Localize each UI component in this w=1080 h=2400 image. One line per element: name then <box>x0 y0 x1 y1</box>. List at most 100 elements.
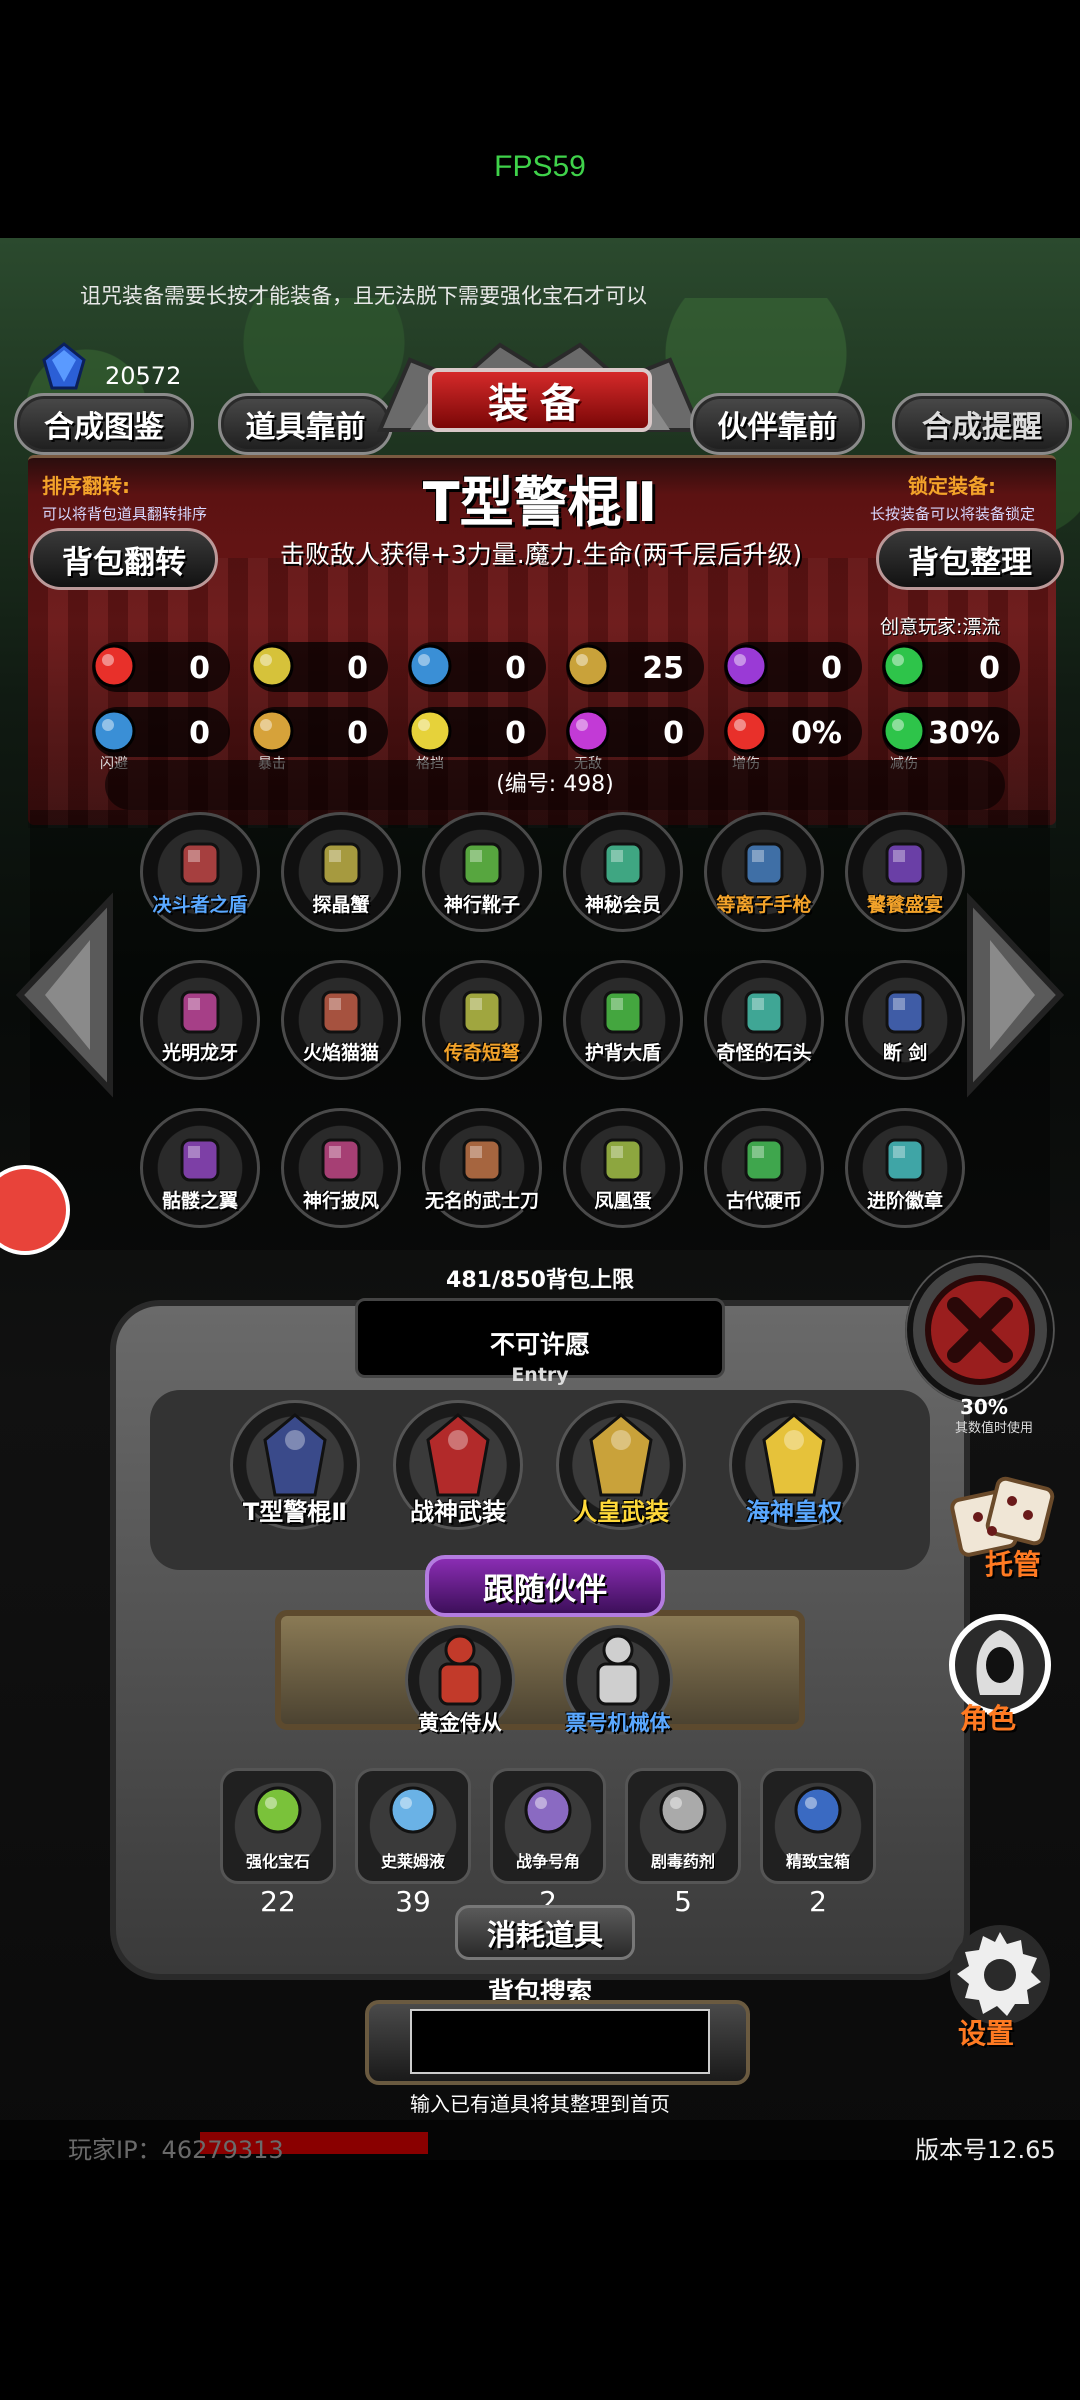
badge-icon <box>875 1130 935 1190</box>
consumable-label: 剧毒药剂 <box>650 1852 715 1871</box>
stat-value: 0 <box>189 716 210 751</box>
version-number: 版本号12.65 <box>915 2136 1056 2164</box>
bag-search-hint: 输入已有道具将其整理到首页 <box>410 2092 670 2116</box>
equipment-title: 装备 <box>428 368 652 432</box>
inventory-slot[interactable]: 护背大盾 <box>563 960 683 1100</box>
stone-icon <box>734 982 794 1042</box>
fang-icon <box>170 982 230 1042</box>
wish-subtitle: Entry <box>511 1364 569 1386</box>
inventory-item-label: 神行靴子 <box>443 894 520 916</box>
wish-item-label: T型警棍Ⅱ <box>242 1498 348 1526</box>
partner-banner: 跟随伙伴 <box>425 1555 665 1617</box>
inventory-slot[interactable]: 凤凰蛋 <box>563 1108 683 1248</box>
shield-icon <box>170 834 230 894</box>
item-description: 击败敌人获得+3力量.魔力.生命(两千层后升级) <box>279 540 803 569</box>
prev-page-arrow-icon[interactable] <box>10 890 120 1100</box>
stat-value: 0 <box>347 716 368 751</box>
consumable-label: 史莱姆液 <box>380 1852 445 1871</box>
partner-slot[interactable]: 票号机械体 <box>563 1625 673 1735</box>
coin-icon <box>734 1130 794 1190</box>
items-front-button[interactable]: 道具靠前 <box>218 393 393 455</box>
inventory-item-label: 决斗者之盾 <box>152 894 248 916</box>
wish-item-label: 战神武装 <box>410 1498 506 1526</box>
inventory-slot[interactable]: 骷髅之翼 <box>140 1108 260 1248</box>
consumable-count: 5 <box>674 1885 692 1918</box>
gem-count: 20572 <box>105 362 182 390</box>
wish-item-icon <box>418 1410 498 1500</box>
strength-icon <box>244 638 300 694</box>
inventory-slot[interactable]: 探晶蟹 <box>281 812 401 952</box>
compose-remind-button[interactable]: 合成提醒 <box>892 393 1072 455</box>
luck-icon <box>876 638 932 694</box>
consumable-slot[interactable]: 战争号角 <box>490 1768 606 1884</box>
inventory-item-label: 骷髅之翼 <box>161 1190 238 1212</box>
crossbow-icon <box>452 982 512 1042</box>
creator-credit: 创意玩家:漂流 <box>880 616 1001 638</box>
settings-label[interactable]: 设置 <box>958 2012 1014 2052</box>
inventory-slot[interactable]: 无名的武士刀 <box>422 1108 542 1248</box>
inventory-item-label: 光明龙牙 <box>161 1042 238 1064</box>
stat-chip: 0 <box>882 642 1020 692</box>
consumable-count: 22 <box>260 1885 296 1918</box>
consumable-slot[interactable]: 史莱姆液 <box>355 1768 471 1884</box>
wish-slot[interactable]: T型警棍Ⅱ <box>230 1400 360 1530</box>
stat-chip: 0 <box>250 642 388 692</box>
lock-equipment-label: 锁定装备: <box>908 474 996 498</box>
inventory-slot[interactable]: 神秘会员 <box>563 812 683 952</box>
role-label[interactable]: 角色 <box>960 1697 1016 1737</box>
inventory-slot[interactable]: 火焰猫猫 <box>281 960 401 1100</box>
inventory-item-label: 凤凰蛋 <box>594 1190 652 1212</box>
consumable-count: 2 <box>809 1885 827 1918</box>
inventory-item-label: 奇怪的石头 <box>716 1042 812 1064</box>
consumable-label: 战争号角 <box>515 1852 580 1871</box>
wish-slot[interactable]: 海神皇权 <box>729 1400 859 1530</box>
player-ip: 玩家IP：46279313 <box>68 2136 284 2164</box>
close-icon[interactable] <box>905 1255 1055 1405</box>
stat-chip: 30%减伤 <box>882 707 1020 772</box>
partner-front-button[interactable]: 伙伴靠前 <box>690 393 865 455</box>
inventory-slot[interactable]: 断 剑 <box>845 960 965 1100</box>
wings-icon <box>170 1130 230 1190</box>
inventory-slot[interactable]: 古代硬币 <box>704 1108 824 1248</box>
bag-sort-button[interactable]: 背包整理 <box>876 528 1064 590</box>
wish-item-icon <box>255 1410 335 1500</box>
wish-item-icon <box>581 1410 661 1500</box>
bag-search-input[interactable] <box>410 2009 710 2074</box>
wish-slot[interactable]: 人皇武装 <box>556 1400 686 1530</box>
invincible-icon <box>560 703 616 759</box>
compose-atlas-button[interactable]: 合成图鉴 <box>14 393 194 455</box>
hosting-label[interactable]: 托管 <box>985 1543 1041 1583</box>
stat-value: 0% <box>791 716 842 751</box>
bag-flip-button[interactable]: 背包翻转 <box>30 528 218 590</box>
stat-value: 30% <box>928 716 1000 751</box>
crit-icon <box>244 703 300 759</box>
inventory-slot[interactable]: 决斗者之盾 <box>140 812 260 952</box>
inventory-slot[interactable]: 传奇短弩 <box>422 960 542 1100</box>
inventory-slot[interactable]: 光明龙牙 <box>140 960 260 1100</box>
inventory-slot[interactable]: 等离子手枪 <box>704 812 824 952</box>
usage-percent: 30% <box>960 1395 1008 1419</box>
inventory-slot[interactable]: 进阶徽章 <box>845 1108 965 1248</box>
consumable-slot[interactable]: 剧毒药剂 <box>625 1768 741 1884</box>
inventory-slot[interactable]: 奇怪的石头 <box>704 960 824 1100</box>
partner-slot[interactable]: 黄金侍从 <box>405 1625 515 1735</box>
consumable-slot[interactable]: 精致宝箱 <box>760 1768 876 1884</box>
inventory-slot[interactable]: 饕餮盛宴 <box>845 812 965 952</box>
stat-chip: 0%增伤 <box>724 707 862 772</box>
next-page-arrow-icon[interactable] <box>960 890 1070 1100</box>
inventory-slot[interactable]: 神行披风 <box>281 1108 401 1248</box>
stat-chip: 0 <box>408 642 546 692</box>
stat-chip: 0无敌 <box>566 707 704 772</box>
inventory-slot[interactable]: 神行靴子 <box>422 812 542 952</box>
curse-notice: 诅咒装备需要长按才能装备，且无法脱下需要强化宝石才可以 <box>80 284 647 308</box>
inventory-item-label: 探晶蟹 <box>312 894 370 916</box>
consumable-label: 精致宝箱 <box>785 1852 850 1871</box>
stat-value: 0 <box>347 651 368 686</box>
block-icon <box>402 703 458 759</box>
consumable-slot[interactable]: 强化宝石 <box>220 1768 336 1884</box>
dodge-icon <box>86 703 142 759</box>
wish-slot[interactable]: 战神武装 <box>393 1400 523 1530</box>
wish-item-icon <box>754 1410 834 1500</box>
consumable-label: 强化宝石 <box>245 1852 310 1871</box>
katana-icon <box>452 1130 512 1190</box>
